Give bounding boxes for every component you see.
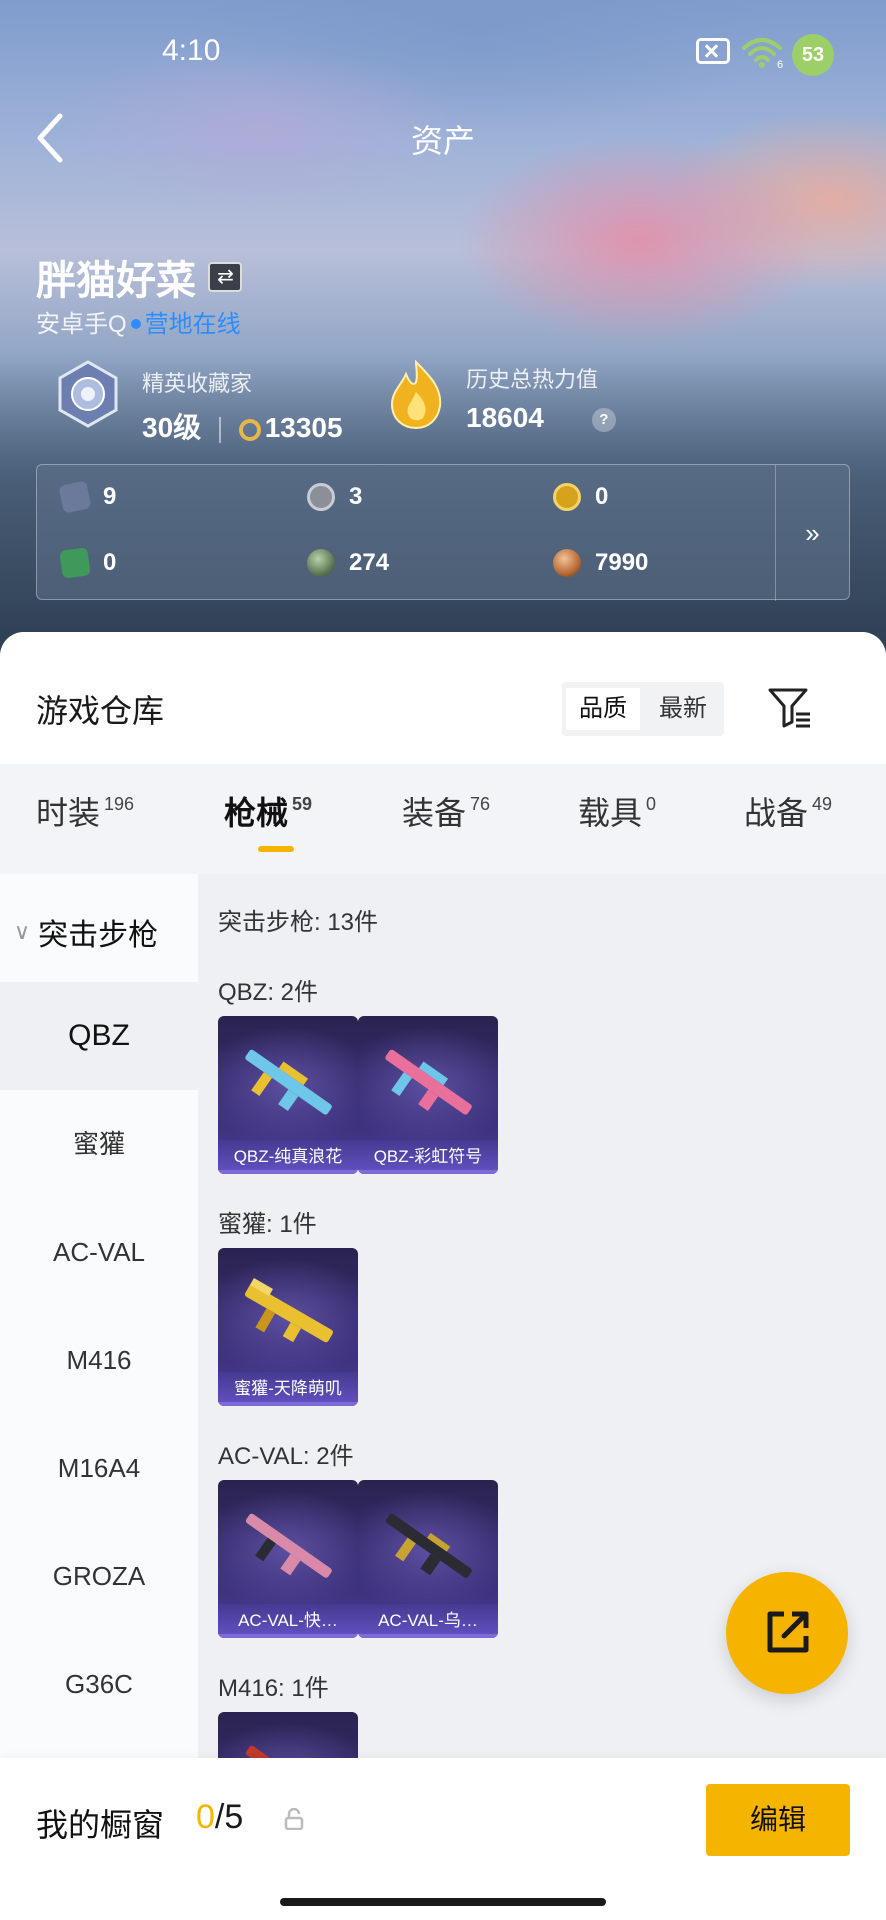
online-status: 营地在线 — [144, 311, 241, 338]
rifle-icon — [245, 1278, 333, 1343]
weapon-card-name: AC-VAL-快… — [218, 1604, 358, 1638]
chevron-down-icon: ∨ — [14, 919, 31, 944]
sidebar-item-g36c[interactable]: G36C — [0, 1630, 198, 1738]
weapon-card[interactable]: QBZ-彩虹符号 — [358, 1016, 498, 1174]
player-name: 胖猫好菜 — [36, 259, 196, 303]
category-tabs: 时装 196 枪械 59 装备 76 载具 0 战备 49 — [0, 764, 886, 874]
tab-weapons[interactable]: 枪械 59 — [224, 788, 312, 834]
orb-green-icon — [307, 549, 335, 577]
collector-level: 30级 — [142, 412, 202, 443]
weapon-card[interactable]: QBZ-纯真浪花 — [218, 1016, 358, 1174]
heat-value: 18604 — [466, 402, 544, 433]
battery-indicator: 53 — [792, 34, 834, 76]
sidebar-category-assault-rifle[interactable]: ∨ 突击步枪 — [14, 910, 158, 954]
heat-label: 历史总热力值 — [466, 367, 599, 392]
weapon-card[interactable]: AC-VAL-快… — [218, 1480, 358, 1638]
online-dot-icon — [130, 319, 141, 329]
collector-title: 精英收藏家 — [142, 371, 253, 396]
group-title-qbz: QBZ: 2件 — [218, 979, 319, 1006]
no-sim-icon — [696, 38, 730, 64]
resource-item: 7990 — [553, 549, 648, 577]
collector-badge-icon — [58, 360, 118, 428]
resource-item: 274 — [307, 549, 389, 577]
swap-icon[interactable]: ⇄ — [208, 262, 243, 292]
sort-latest-option[interactable]: 最新 — [646, 688, 720, 730]
resource-item: 9 — [58, 480, 116, 514]
home-indicator — [280, 1898, 606, 1906]
tab-vehicles[interactable]: 载具 0 — [578, 788, 656, 834]
share-external-icon — [767, 1611, 809, 1653]
card-icon — [58, 480, 92, 514]
page-title: 资产 — [410, 123, 475, 159]
showcase-count: 0/5 — [196, 1798, 244, 1836]
rifle-icon — [245, 1513, 332, 1578]
resources-more-button[interactable]: » — [775, 465, 849, 601]
ticket-green-icon — [59, 547, 91, 579]
warehouse-title: 游戏仓库 — [36, 693, 165, 729]
sidebar-item-honey-badger[interactable]: 蜜獾 — [0, 1090, 198, 1198]
resource-panel[interactable]: 9 3 0 0 274 7990 » — [36, 464, 850, 601]
sidebar-item-m16a4[interactable]: M16A4 — [0, 1414, 198, 1522]
tab-equipment[interactable]: 装备 76 — [402, 788, 490, 834]
group-title-m416: M416: 1件 — [218, 1675, 329, 1702]
weapon-card-name: QBZ-纯真浪花 — [218, 1140, 358, 1174]
clock: 4:10 — [162, 34, 221, 67]
share-button[interactable] — [726, 1572, 848, 1694]
category-total: 突击步枪: 13件 — [218, 909, 379, 936]
coin-gold-icon — [553, 483, 581, 511]
profile-name-row: 胖猫好菜 ⇄ — [36, 248, 243, 306]
rifle-icon — [385, 1513, 472, 1578]
tab-fashion[interactable]: 时装 196 — [36, 788, 134, 834]
showcase-title: 我的橱窗 — [36, 1807, 165, 1843]
orb-bronze-icon — [553, 549, 581, 577]
resource-item: 0 — [59, 547, 116, 579]
resource-item: 3 — [307, 483, 362, 511]
tab-supplies[interactable]: 战备 49 — [744, 788, 832, 834]
active-tab-indicator — [258, 846, 294, 852]
weapon-card-name: AC-VAL-乌… — [358, 1604, 498, 1638]
sidebar-item-ac-val[interactable]: AC-VAL — [0, 1198, 198, 1306]
sort-toggle: 品质 最新 — [562, 682, 724, 736]
showcase-bar: 我的橱窗 0/5 编辑 — [0, 1758, 886, 1920]
sidebar-item-groza[interactable]: GROZA — [0, 1522, 198, 1630]
sidebar-item-m416[interactable]: M416 — [0, 1306, 198, 1414]
help-icon[interactable]: ? — [591, 407, 616, 432]
sort-quality-option[interactable]: 品质 — [566, 688, 640, 730]
profile-header: 4:10 6 53 资产 胖猫好菜 ⇄ 安卓手Q 营地在线 精英收藏家 30级 — [0, 0, 886, 660]
platform-label: 安卓手Q — [36, 311, 127, 338]
collector-points: 13305 — [264, 412, 343, 443]
edit-button[interactable]: 编辑 — [706, 1784, 850, 1856]
filter-icon[interactable] — [766, 684, 812, 730]
coin-s-icon — [307, 483, 335, 511]
warehouse-panel: 游戏仓库 品质 最新 时装 196 枪械 59 装备 76 载具 0 战备 49 ∨ 突击步… — [0, 632, 886, 1920]
status-bar: 4:10 6 53 — [0, 30, 886, 76]
wifi-icon: 6 — [742, 38, 783, 70]
group-title-ac-val: AC-VAL: 2件 — [218, 1443, 354, 1470]
resource-item: 0 — [553, 483, 608, 511]
weapon-card[interactable]: 蜜獾-天降萌叽 — [218, 1248, 358, 1406]
wifi-badge: 6 — [777, 59, 783, 70]
rifle-icon — [385, 1049, 472, 1115]
weapon-card-name: QBZ-彩虹符号 — [358, 1140, 498, 1174]
points-icon — [238, 418, 261, 441]
sidebar-item-qbz[interactable]: QBZ — [0, 982, 198, 1090]
rifle-icon — [245, 1049, 332, 1115]
weapon-card-name: 蜜獾-天降萌叽 — [218, 1372, 358, 1406]
account-line: 安卓手Q 营地在线 — [36, 304, 241, 339]
group-title-honey-badger: 蜜獾: 1件 — [218, 1211, 317, 1238]
weapon-card[interactable]: AC-VAL-乌… — [358, 1480, 498, 1638]
lock-icon — [284, 1808, 304, 1830]
flame-icon — [390, 359, 442, 430]
